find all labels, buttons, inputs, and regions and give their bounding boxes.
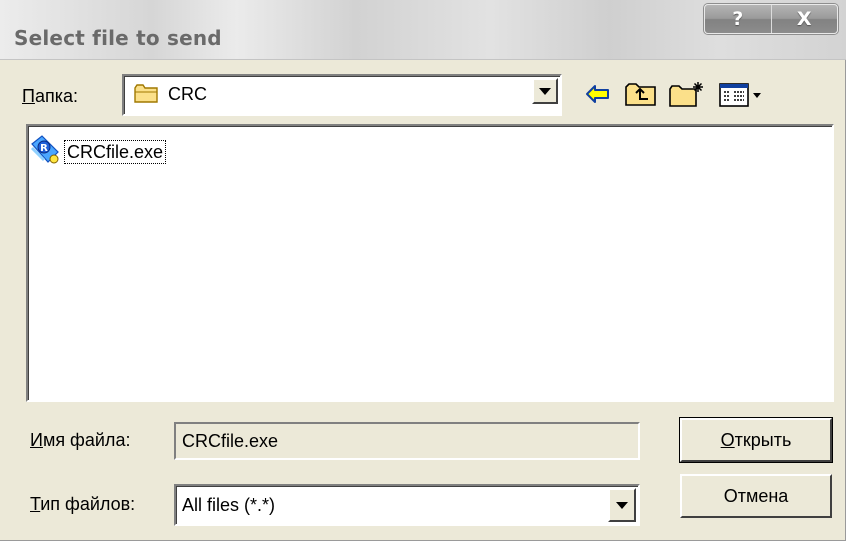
open-button[interactable]: Открыть bbox=[679, 417, 833, 463]
title-buttons: ? X bbox=[704, 4, 838, 34]
filename-input[interactable]: CRCfile.exe bbox=[174, 422, 640, 460]
filetype-label: Тип файлов: bbox=[30, 494, 136, 514]
view-menu-icon[interactable] bbox=[718, 80, 764, 108]
new-folder-icon[interactable] bbox=[668, 80, 706, 108]
title-bar[interactable]: Select file to send ? X bbox=[0, 0, 846, 60]
folder-label: Папка: bbox=[22, 86, 78, 106]
back-icon[interactable] bbox=[584, 80, 612, 108]
close-button[interactable]: X bbox=[770, 5, 837, 33]
file-dialog: Select file to send ? X Папка: CRC R CRC… bbox=[0, 0, 846, 541]
file-name: CRCfile.exe bbox=[64, 140, 167, 164]
filetype-current: All files (*.*) bbox=[182, 495, 276, 515]
filetype-dropdown-button[interactable] bbox=[608, 488, 636, 522]
cancel-button[interactable]: Отмена bbox=[680, 474, 832, 518]
filetype-select[interactable]: All files (*.*) bbox=[174, 484, 640, 526]
up-folder-icon[interactable] bbox=[624, 80, 658, 108]
filename-label: Имя файла: bbox=[30, 430, 131, 450]
folder-select[interactable]: CRC bbox=[122, 74, 562, 116]
folder-dropdown-button[interactable] bbox=[532, 78, 558, 104]
help-button[interactable]: ? bbox=[705, 5, 771, 33]
folder-icon bbox=[134, 84, 158, 103]
file-list[interactable]: R CRCfile.exe bbox=[26, 124, 834, 402]
folder-current: CRC bbox=[168, 84, 207, 104]
window-title: Select file to send bbox=[14, 26, 222, 50]
executable-icon: R bbox=[30, 135, 59, 164]
svg-text:R: R bbox=[40, 143, 48, 154]
